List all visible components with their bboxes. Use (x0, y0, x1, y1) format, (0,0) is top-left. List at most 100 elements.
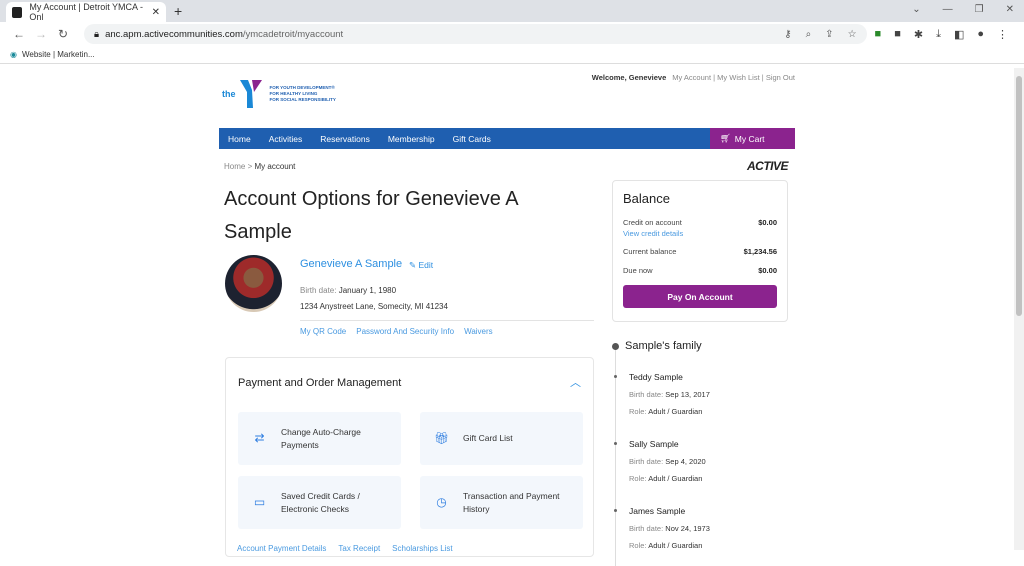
member-birth: Sep 13, 2017 (665, 390, 710, 399)
browser-tab[interactable]: My Account | Detroit YMCA - Onl ✕ (6, 2, 166, 22)
welcome-text: Welcome, Genevieve (591, 73, 667, 82)
breadcrumb-home[interactable]: Home (224, 162, 245, 171)
auto-charge-tile[interactable]: ⇄ Change Auto-Charge Payments (238, 412, 401, 465)
profile-avatar[interactable]: ● (977, 28, 984, 40)
profile-name[interactable]: Genevieve A Sample (300, 258, 402, 270)
saved-cards-tile[interactable]: ▭ Saved Credit Cards / Electronic Checks (238, 476, 401, 529)
birth-label: Birth date: (629, 390, 664, 399)
family-member[interactable]: Teddy Sample Birth date: Sep 13, 2017 Role… (614, 372, 710, 424)
credit-label: Credit on account (623, 218, 682, 227)
share-icon[interactable]: ⇪ (825, 29, 833, 40)
timeline-dot (612, 343, 619, 350)
clock-icon: ◷ (436, 495, 447, 509)
reload-button[interactable]: ↻ (52, 27, 74, 41)
cart-label: My Cart (734, 133, 765, 144)
menu-icon[interactable]: ⋮ (997, 28, 1008, 41)
nav-membership[interactable]: Membership (388, 134, 435, 144)
scrollbar-thumb[interactable] (1016, 76, 1022, 316)
sign-out-link[interactable]: Sign Out (766, 73, 795, 82)
member-birth: Nov 24, 1973 (665, 524, 710, 533)
role-label: Role: (629, 474, 647, 483)
favicon-icon (12, 6, 23, 18)
breadcrumb-current: My account (254, 162, 296, 171)
star-icon[interactable]: ☆ (848, 29, 857, 40)
browser-tab-bar: My Account | Detroit YMCA - Onl ✕ + ⌄ — ❐ ✕ (0, 0, 1024, 22)
scholarships-link[interactable]: Scholarships List (392, 544, 452, 553)
member-role: Adult / Guardian (648, 541, 703, 550)
url-path: /ymcadetroit/myaccount (242, 28, 344, 40)
password-security-link[interactable]: Password And Security Info (356, 327, 454, 336)
nav-reservations[interactable]: Reservations (320, 134, 370, 144)
maximize-button[interactable]: ❐ (975, 4, 984, 15)
gift-card-tile[interactable]: 🎁︎ Gift Card List (420, 412, 583, 465)
due-label: Due now (623, 266, 653, 275)
new-tab-button[interactable]: + (174, 3, 182, 19)
birth-label: Birth date: (300, 286, 337, 295)
tab-title: My Account | Detroit YMCA - Onl (29, 2, 144, 22)
birth-label: Birth date: (629, 524, 664, 533)
my-cart-button[interactable]: 🛒︎ My Cart (710, 128, 795, 149)
zoom-icon[interactable]: ⌕ (806, 29, 812, 40)
edit-label: Edit (418, 260, 434, 270)
wish-list-link[interactable]: My Wish List (717, 73, 760, 82)
active-network-logo: ACTIVE (746, 159, 789, 173)
forward-button[interactable]: → (30, 27, 52, 41)
close-tab-icon[interactable]: ✕ (152, 7, 160, 18)
current-balance-value: $1,234.56 (743, 247, 777, 256)
avatar (225, 255, 282, 312)
pay-on-account-button[interactable]: Pay On Account (623, 285, 777, 308)
balance-title: Balance (623, 191, 670, 206)
close-window-button[interactable]: ✕ (1006, 4, 1014, 15)
waivers-link[interactable]: Waivers (464, 327, 493, 336)
nav-gift-cards[interactable]: Gift Cards (453, 134, 491, 144)
address: 1234 Anystreet Lane, Somecity, MI 41234 (300, 302, 448, 311)
back-button[interactable]: ← (8, 27, 30, 41)
cart-icon: 🛒︎ (720, 133, 731, 143)
edit-profile-button[interactable]: ✎ Edit (409, 260, 433, 271)
tile-label: Transaction and Payment History (463, 490, 560, 514)
minimize-button[interactable]: — (943, 4, 953, 15)
scrollbar[interactable] (1014, 68, 1024, 550)
sidepanel-icon[interactable]: ◧ (954, 28, 964, 41)
bookmark-item[interactable]: Website | Marketin... (22, 50, 95, 59)
credit-value: $0.00 (758, 218, 777, 227)
nav-home[interactable]: Home (228, 134, 251, 144)
qr-code-link[interactable]: My QR Code (300, 327, 346, 336)
nav-activities[interactable]: Activities (269, 134, 303, 144)
download-icon[interactable]: ⤓ (936, 28, 941, 41)
breadcrumb-separator: > (247, 162, 253, 171)
family-member[interactable]: Sally Sample Birth date: Sep 4, 2020 Role:… (614, 439, 706, 491)
current-balance-label: Current balance (623, 247, 677, 256)
key-icon[interactable]: ⚷ (784, 29, 791, 40)
extension-icon[interactable]: ■ (875, 28, 882, 40)
member-name[interactable]: Sally Sample (629, 439, 706, 449)
extension-icon[interactable]: ■ (894, 28, 901, 40)
transaction-history-tile[interactable]: ◷ Transaction and Payment History (420, 476, 583, 529)
credit-card-icon: ▭ (253, 495, 266, 509)
family-member[interactable]: James Sample Birth date: Nov 24, 1973 Role… (614, 506, 710, 558)
breadcrumb: Home > My account (224, 162, 295, 171)
tax-receipt-link[interactable]: Tax Receipt (338, 544, 380, 553)
my-account-link[interactable]: My Account (672, 73, 711, 82)
payment-card: Payment and Order Management ︿ ⇄ Change A… (225, 357, 594, 557)
member-role: Adult / Guardian (648, 474, 703, 483)
page: the FOR YOUTH DEVELOPMENT® FOR HEALTHY LI… (0, 68, 1014, 566)
tile-label: Saved Credit Cards / Electronic Checks (281, 490, 360, 514)
chevron-down-icon[interactable]: ⌄ (912, 4, 920, 15)
member-name[interactable]: Teddy Sample (629, 372, 710, 382)
member-name[interactable]: James Sample (629, 506, 710, 516)
gift-card-icon: 🎁︎ (433, 431, 450, 445)
account-payment-link[interactable]: Account Payment Details (237, 544, 326, 553)
y-logo-icon (239, 80, 262, 108)
pencil-icon: ✎ (409, 260, 417, 270)
chevron-up-icon[interactable]: ︿ (570, 374, 581, 390)
ymca-logo[interactable]: the FOR YOUTH DEVELOPMENT® FOR HEALTHY LI… (222, 80, 336, 108)
toolbar: ← → ↻ 🔒︎ anc.apm.activecommunities.com/ym… (0, 22, 1024, 46)
page-title: Account Options for Genevieve A Sample (224, 188, 518, 243)
lock-icon: 🔒︎ (94, 28, 100, 40)
view-credit-link[interactable]: View credit details (623, 229, 777, 238)
puzzle-icon[interactable]: ✱ (914, 28, 923, 41)
role-label: Role: (629, 407, 647, 416)
arrows-swap-icon: ⇄ (254, 431, 265, 445)
address-bar[interactable]: 🔒︎ anc.apm.activecommunities.com/ymcadetr… (84, 24, 867, 44)
